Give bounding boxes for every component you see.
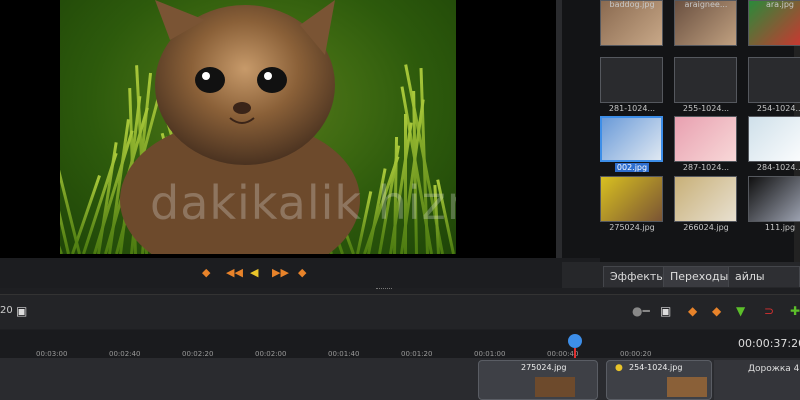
tab-effects[interactable]: Эффекты <box>603 266 672 287</box>
thumbnail-label: 111.jpg <box>746 223 800 232</box>
ruler-tick: 00:00:20 <box>620 350 652 358</box>
track-name: Дорожка 4 <box>748 364 800 374</box>
fast-forward-icon[interactable]: ▶▶ <box>272 266 289 279</box>
clip-title: 275024.jpg <box>521 363 567 372</box>
resize-grip[interactable] <box>376 288 392 291</box>
thumbnail-kitten[interactable] <box>600 176 663 222</box>
prev-marker-icon[interactable]: ◆ <box>688 304 697 318</box>
add-track-icon[interactable]: ✚ <box>790 304 800 318</box>
ruler-tick: 00:02:20 <box>182 350 214 358</box>
kitten-image <box>120 0 360 254</box>
add-marker-icon[interactable]: ▼ <box>736 304 745 318</box>
zoom-out-icon[interactable]: ●━ <box>632 304 650 318</box>
clip-menu-icon[interactable]: ● <box>615 363 623 373</box>
snap-icon[interactable]: ▣ <box>660 304 671 318</box>
clip[interactable]: 254-1024.jpg ● <box>606 360 712 400</box>
thumbnail-label: araignee... <box>672 0 740 9</box>
thumbnail-cats[interactable] <box>674 176 737 222</box>
razor-icon[interactable]: ⊃ <box>764 304 774 318</box>
thumbnail-label-text: 111.jpg <box>764 223 796 232</box>
clip-title: 254-1024.jpg <box>629 363 683 372</box>
thumbnail-polar[interactable] <box>748 116 800 162</box>
clip-thumbnail <box>667 377 707 397</box>
thumbnail-label-text: 281-1024... <box>608 104 656 113</box>
ruler-tick: 00:01:00 <box>474 350 506 358</box>
timeline-toolbar <box>0 294 800 329</box>
thumbnail-blank[interactable] <box>674 57 737 103</box>
thumbnail-label-text: 002.jpg <box>614 163 650 172</box>
thumbnail-winter[interactable] <box>600 116 663 162</box>
thumbnail-label: 002.jpg <box>598 163 666 172</box>
video-frame: dakikalik hizmetleri <box>60 0 456 254</box>
playhead-handle[interactable] <box>568 334 582 348</box>
thumbnail-label-text: 254-1024... <box>756 104 800 113</box>
thumbnail-label: baddog.jpg <box>598 0 666 9</box>
tab-transitions[interactable]: Переходы <box>663 266 736 287</box>
ruler-tick: 00:03:00 <box>36 350 68 358</box>
ruler-tick: 00:02:40 <box>109 350 141 358</box>
thumbnail-label-text: baddog.jpg <box>609 0 655 9</box>
clip-thumbnail <box>535 377 575 397</box>
thumbnail-label: 281-1024... <box>598 104 666 113</box>
tab-project-files[interactable]: айлы проекта <box>728 266 800 303</box>
rewind-icon[interactable]: ◀◀ <box>226 266 243 279</box>
thumbnail-label-text: 287-1024... <box>682 163 730 172</box>
checkbox-icon[interactable]: ▣ <box>16 304 27 318</box>
thumbnail-blank[interactable] <box>600 57 663 103</box>
thumbnail-label: 254-1024... <box>746 104 800 113</box>
track-header: Дорожка 4 <box>714 360 800 400</box>
thumbnail-blank[interactable] <box>748 57 800 103</box>
thumbnail-label-text: 284-1024... <box>756 163 800 172</box>
thumbnail-pink[interactable] <box>674 116 737 162</box>
next-marker-icon[interactable]: ◆ <box>712 304 721 318</box>
thumbnail-label-text: ara.jpg <box>765 0 794 9</box>
ruler-tick: 00:01:20 <box>401 350 433 358</box>
current-time: 00:00:37:20 <box>738 337 800 350</box>
thumbnail-label-text: 266024.jpg <box>683 223 729 232</box>
thumbnail-label: 275024.jpg <box>598 223 666 232</box>
thumbnail-label-text: araignee... <box>684 0 728 9</box>
thumbnail-label: 255-1024... <box>672 104 740 113</box>
thumbnail-label-text: 275024.jpg <box>609 223 655 232</box>
zoom-value: 20 <box>0 305 13 316</box>
thumbnail-label: 284-1024... <box>746 163 800 172</box>
thumbnail-label: ara.jpg <box>746 0 800 9</box>
ruler-tick: 00:02:00 <box>255 350 287 358</box>
thumbnail-label: 287-1024... <box>672 163 740 172</box>
jump-end-icon[interactable]: ◆ <box>202 266 210 279</box>
play-icon[interactable]: ◀ <box>250 266 258 279</box>
jump-start-icon[interactable]: ◆ <box>298 266 306 279</box>
ruler-tick: 00:01:40 <box>328 350 360 358</box>
thumbnail-blackcat[interactable] <box>748 176 800 222</box>
clip[interactable]: 275024.jpg <box>478 360 598 400</box>
thumbnail-label-text: 255-1024... <box>682 104 730 113</box>
thumbnail-label: 266024.jpg <box>672 223 740 232</box>
